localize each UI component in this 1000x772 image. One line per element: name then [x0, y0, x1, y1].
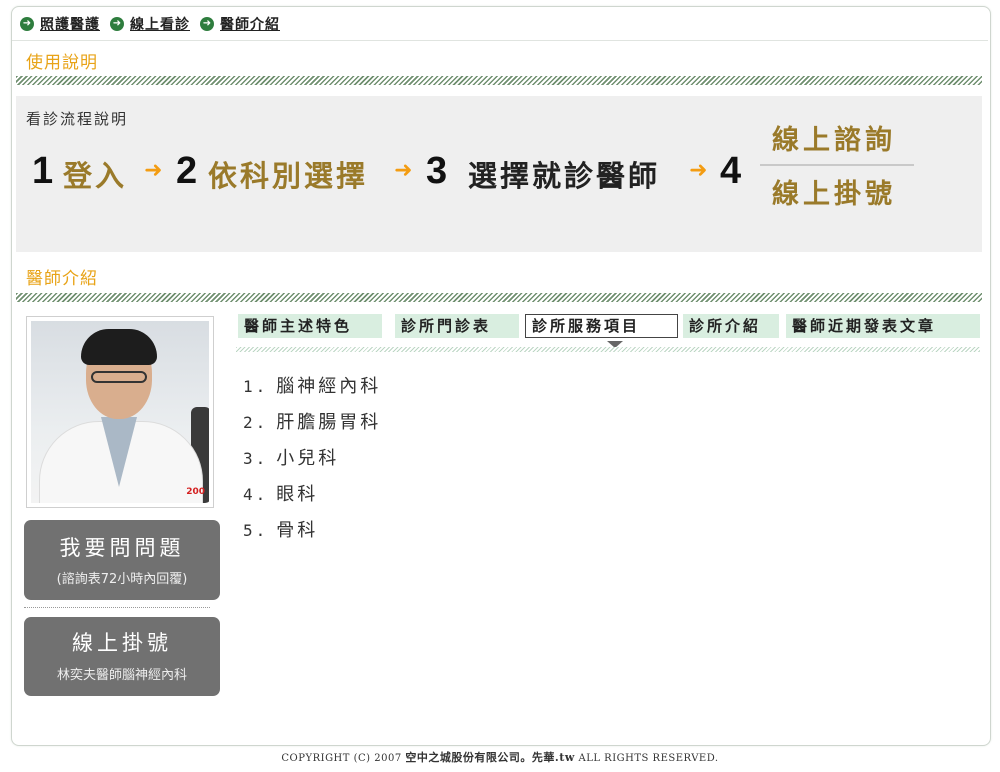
ask-question-button[interactable]: 我要問問題 (諮詢表72小時內回覆)	[24, 520, 220, 600]
online-register-label: 線上掛號	[72, 631, 172, 655]
step-number: 4	[720, 150, 742, 192]
footer: COPYRIGHT (C) 2007 空中之城股份有限公司。先華.tw ALL …	[0, 749, 1000, 765]
list-item-label: 肝膽腸胃科	[276, 412, 382, 433]
tab-doctor-features[interactable]: 醫師主述特色	[238, 314, 382, 338]
hatched-divider	[16, 76, 982, 85]
list-item-label: 骨科	[276, 520, 319, 541]
nav-item-doctor-intro[interactable]: ➜ 醫師介紹	[200, 14, 280, 34]
list-item-number: 1.	[243, 377, 269, 396]
arrow-right-circle-icon: ➜	[200, 17, 214, 31]
nav-item-care[interactable]: ➜ 照護醫護	[20, 14, 100, 34]
step-number: 1	[32, 150, 54, 192]
list-item: 1. 腦神經內科	[243, 374, 381, 410]
arrow-right-icon: ➜	[689, 158, 708, 183]
list-item-number: 5.	[243, 521, 269, 540]
photo-badge: 200	[186, 487, 205, 497]
list-item-number: 2.	[243, 413, 269, 432]
doctor-portrait: 200	[31, 321, 209, 503]
hair-shape	[81, 329, 157, 365]
footer-rights: ALL RIGHTS RESERVED.	[578, 753, 719, 764]
step-number: 3	[426, 150, 448, 192]
option-online-consult: 線上諮詢	[772, 125, 896, 156]
list-item: 4. 眼科	[243, 482, 381, 518]
nav-divider	[12, 40, 988, 41]
step-login: 登入	[63, 159, 128, 193]
tab-clinic-intro[interactable]: 診所介紹	[683, 314, 779, 338]
footer-copyright: COPYRIGHT (C) 2007	[281, 753, 402, 764]
list-item-label: 眼科	[276, 484, 319, 505]
doctor-photo: 200	[26, 316, 214, 508]
arrow-right-circle-icon: ➜	[20, 17, 34, 31]
list-item: 2. 肝膽腸胃科	[243, 410, 381, 446]
tab-doctor-articles[interactable]: 醫師近期發表文章	[786, 314, 980, 338]
arrow-right-icon: ➜	[394, 158, 413, 183]
list-item-number: 3.	[243, 449, 269, 468]
dotted-divider	[24, 607, 210, 608]
list-item-number: 4.	[243, 485, 269, 504]
arrow-right-icon: ➜	[144, 158, 163, 183]
list-item: 5. 骨科	[243, 518, 381, 554]
step-choose-doctor: 選擇就診醫師	[468, 159, 661, 193]
ask-question-label: 我要問問題	[59, 536, 185, 560]
online-register-button[interactable]: 線上掛號 林奕夫醫師腦神經內科	[24, 617, 220, 696]
step-number: 2	[176, 150, 198, 192]
flow-caption: 看診流程說明	[26, 110, 129, 128]
glasses-shape	[91, 371, 147, 383]
usage-section-title: 使用說明	[26, 53, 98, 73]
flow-panel: 看診流程說明 1 登入 ➜ 2 依科別選擇 ➜ 3 選擇就診醫師 ➜ 4 線上諮…	[16, 96, 982, 252]
top-nav: ➜ 照護醫護 ➜ 線上看診 ➜ 醫師介紹	[20, 13, 290, 35]
service-list: 1. 腦神經內科 2. 肝膽腸胃科 3. 小兒科 4. 眼科 5. 骨科	[243, 374, 381, 554]
arrow-right-circle-icon: ➜	[110, 17, 124, 31]
step-choose-department: 依科別選擇	[208, 159, 369, 193]
option-online-register: 線上掛號	[772, 179, 896, 210]
tab-clinic-schedule[interactable]: 診所門診表	[395, 314, 519, 338]
option-separator	[760, 164, 914, 166]
tab-clinic-services[interactable]: 診所服務項目	[525, 314, 678, 338]
list-item: 3. 小兒科	[243, 446, 381, 482]
nav-label[interactable]: 照護醫護	[40, 14, 100, 34]
list-item-label: 腦神經內科	[276, 376, 382, 397]
tab-underline	[236, 347, 980, 352]
list-item-label: 小兒科	[276, 448, 340, 469]
footer-company: 空中之城股份有限公司。先華.tw	[405, 751, 575, 764]
nav-label[interactable]: 醫師介紹	[220, 14, 280, 34]
online-register-sub: 林奕夫醫師腦神經內科	[56, 668, 187, 683]
nav-item-online-consult[interactable]: ➜ 線上看診	[110, 14, 190, 34]
hatched-divider	[16, 293, 982, 302]
nav-label[interactable]: 線上看診	[130, 14, 190, 34]
doctor-section-title: 醫師介紹	[26, 269, 98, 289]
ask-question-sub: (諮詢表72小時內回覆)	[56, 572, 188, 587]
